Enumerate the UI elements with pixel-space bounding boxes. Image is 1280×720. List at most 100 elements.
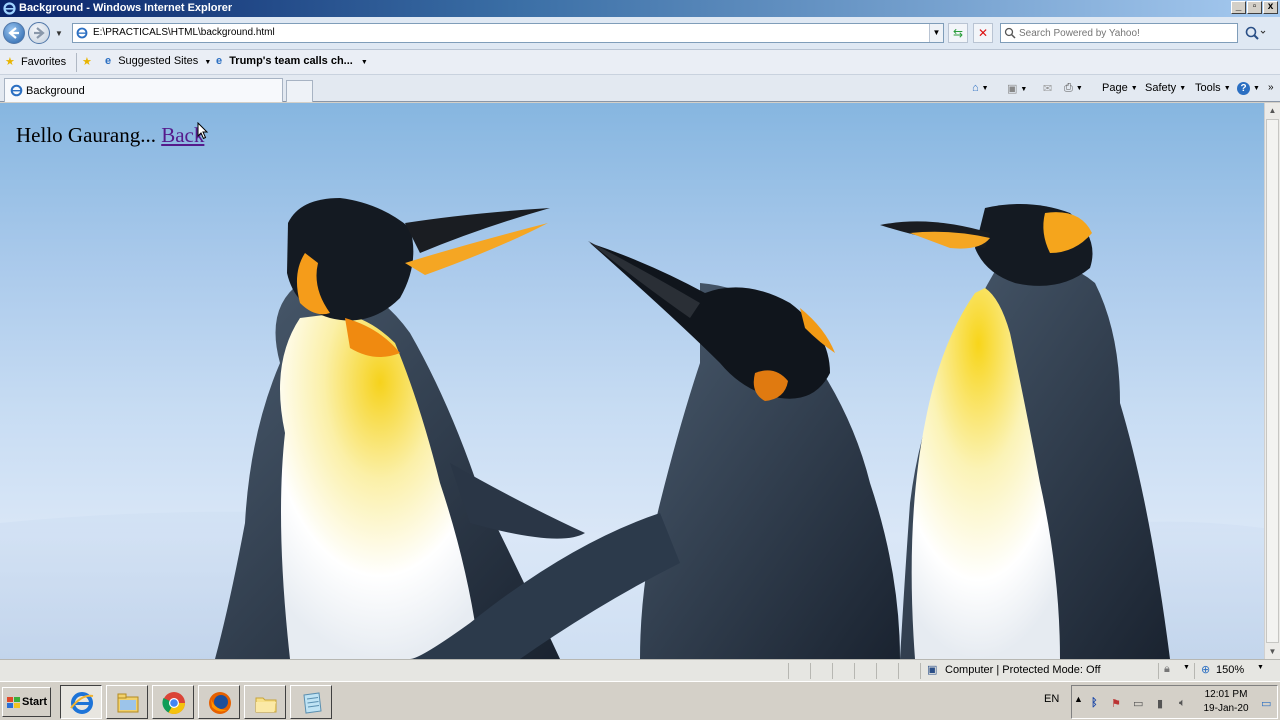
windows-flag-icon — [7, 697, 20, 708]
bluetooth-icon[interactable]: ᛒ — [1091, 697, 1105, 711]
network-icon[interactable]: ▮ — [1157, 697, 1171, 711]
file-explorer-icon — [117, 693, 139, 713]
mouse-cursor-icon — [197, 122, 209, 140]
ie-page-icon: e — [216, 55, 223, 67]
zoom-level: 150% — [1216, 664, 1245, 676]
add-to-favorites-bar-button[interactable]: ★ — [82, 55, 92, 68]
favorites-label: Favorites — [20, 56, 67, 68]
taskbar-internet-explorer[interactable] — [60, 685, 102, 719]
window-title: Background - Windows Internet Explorer — [19, 2, 233, 14]
suggested-sites-label: Suggested Sites — [118, 55, 199, 67]
greeting-text: Hello Gaurang... — [16, 123, 156, 147]
taskbar: Start EN ▲ ᛒ ⚑ ▭ ▮ 🔈︎ 12:01 PM 19-Jan-20… — [0, 681, 1280, 720]
internet-explorer-icon — [70, 692, 94, 714]
taskbar-notepad[interactable] — [290, 685, 332, 719]
window-title-bar: Background - Windows Internet Explorer _… — [0, 0, 1280, 17]
security-zone[interactable]: ▣ Computer | Protected Mode: Off — [920, 663, 1158, 679]
stop-button[interactable]: ✕ — [973, 23, 993, 43]
recent-pages-dropdown-icon[interactable]: ▼ — [55, 29, 63, 38]
internet-explorer-icon — [3, 2, 16, 15]
back-button[interactable] — [3, 22, 25, 44]
safety-menu[interactable]: Safety ▼ — [1145, 82, 1186, 94]
status-bar: ▣ Computer | Protected Mode: Off 🔒︎ ▼ ⊕ … — [0, 659, 1280, 681]
tab-background[interactable]: Background — [4, 78, 283, 102]
print-button[interactable]: ⎙ ▼ — [1064, 82, 1083, 95]
news-link-label: Trump's team calls ch... — [229, 55, 353, 67]
taskbar-file-explorer[interactable] — [106, 685, 148, 719]
start-button[interactable]: Start — [2, 687, 51, 717]
new-tab-button[interactable] — [286, 80, 313, 102]
action-center-icon[interactable]: ⚑ — [1111, 697, 1125, 711]
system-tray: ▲ ᛒ ⚑ ▭ ▮ 🔈︎ 12:01 PM 19-Jan-20 ▭ — [1071, 685, 1278, 719]
news-link[interactable]: e Trump's team calls ch... ▼ — [216, 55, 368, 67]
zoom-control[interactable]: ⊕ 150% ▼ — [1194, 663, 1268, 679]
forward-button[interactable] — [28, 22, 50, 44]
vertical-scrollbar[interactable]: ▲ ▼ — [1264, 103, 1280, 659]
minimize-button[interactable]: _ — [1231, 1, 1246, 14]
address-field[interactable]: E:\PRACTICALS\HTML\background.html ▼ — [72, 23, 944, 43]
status-cell — [876, 663, 898, 679]
read-mail-button[interactable]: ✉ — [1043, 82, 1052, 95]
chevron-down-icon: ▼ — [204, 59, 212, 66]
folder-icon — [255, 697, 277, 713]
chrome-icon — [162, 692, 185, 714]
language-indicator[interactable]: EN — [1044, 693, 1059, 705]
taskbar-chrome[interactable] — [152, 685, 194, 719]
search-field[interactable] — [1000, 23, 1238, 43]
address-dropdown-icon[interactable]: ▼ — [929, 24, 943, 42]
clock[interactable]: 12:01 PM 19-Jan-20 — [1198, 688, 1254, 716]
clock-date: 19-Jan-20 — [1203, 703, 1249, 714]
favorites-button[interactable]: ★ Favorites — [5, 55, 66, 68]
page-menu-label: Page — [1102, 82, 1128, 94]
status-cell — [788, 663, 810, 679]
help-icon: ? — [1237, 82, 1250, 95]
favorites-bar: ★ Favorites ★ e Suggested Sites ▼ e Trum… — [0, 50, 1280, 75]
forward-arrow-icon — [34, 27, 45, 39]
volume-icon[interactable]: 🔈︎ — [1179, 697, 1193, 711]
show-desktop-icon[interactable]: ▭ — [1261, 697, 1275, 711]
compatibility-view-button[interactable]: ⇆ — [948, 23, 968, 43]
tools-menu[interactable]: Tools ▼ — [1195, 82, 1231, 94]
page-content: Hello Gaurang... Back — [0, 103, 1264, 659]
mail-icon: ✉ — [1043, 83, 1053, 95]
safety-menu-label: Safety — [1145, 82, 1177, 94]
status-cell — [810, 663, 832, 679]
help-button[interactable]: ? ▼ — [1237, 82, 1260, 95]
penguins-background-image — [0, 198, 1264, 659]
show-hidden-icons-icon[interactable]: ▲ — [1074, 694, 1088, 708]
status-cell — [854, 663, 876, 679]
home-button[interactable]: ⌂ ▼ — [972, 82, 989, 94]
address-url[interactable]: E:\PRACTICALS\HTML\background.html — [93, 27, 275, 38]
security-zone-text: Computer | Protected Mode: Off — [945, 664, 1101, 676]
protected-mode-button[interactable]: 🔒︎ ▼ — [1158, 663, 1194, 679]
zoom-icon: ⊕ — [1201, 664, 1211, 676]
status-cell — [832, 663, 854, 679]
suggested-sites-button[interactable]: e Suggested Sites ▼ — [105, 55, 211, 67]
notepad-icon — [303, 692, 322, 714]
feeds-button[interactable]: ▣ ▼ — [1007, 82, 1027, 95]
scroll-down-icon[interactable]: ▼ — [1265, 644, 1280, 659]
page-icon — [76, 27, 88, 39]
toolbar-overflow-icon[interactable]: » — [1268, 82, 1274, 93]
safely-remove-icon[interactable]: ▭ — [1133, 697, 1147, 711]
page-body-text: Hello Gaurang... Back — [16, 123, 204, 148]
address-toolbar: ▼ E:\PRACTICALS\HTML\background.html ▼ ⇆… — [0, 17, 1280, 50]
clock-time: 12:01 PM — [1204, 689, 1248, 700]
search-button[interactable] — [1242, 23, 1266, 43]
taskbar-folder[interactable] — [244, 685, 286, 719]
search-input[interactable] — [1019, 26, 1234, 40]
page-menu[interactable]: Page ▼ — [1102, 82, 1138, 94]
printer-icon: ⎙ — [1064, 82, 1073, 94]
taskbar-firefox[interactable] — [198, 685, 240, 719]
close-button[interactable]: x — [1263, 1, 1278, 14]
home-icon: ⌂ — [972, 82, 979, 94]
scrollbar-thumb[interactable] — [1266, 119, 1279, 643]
firefox-icon — [209, 692, 231, 714]
tools-menu-label: Tools — [1195, 82, 1221, 94]
chevron-down-icon: ▼ — [1183, 664, 1190, 671]
status-cell — [898, 663, 920, 679]
scroll-up-icon[interactable]: ▲ — [1265, 103, 1280, 118]
start-label: Start — [22, 696, 48, 708]
maximize-button[interactable]: ▫ — [1247, 1, 1262, 14]
chevron-down-icon: ▼ — [360, 59, 368, 66]
